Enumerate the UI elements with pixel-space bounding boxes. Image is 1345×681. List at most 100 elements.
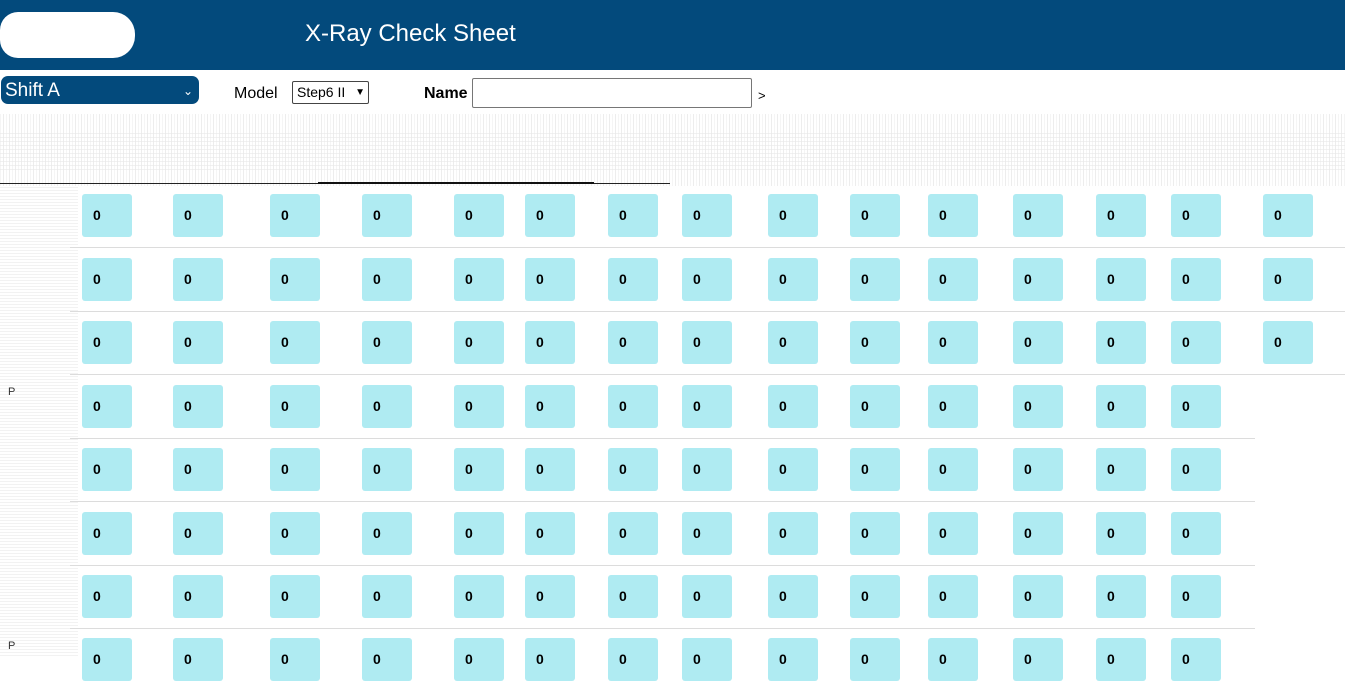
count-cell[interactable]: 0 <box>1096 321 1146 364</box>
count-cell[interactable]: 0 <box>850 638 900 681</box>
count-cell[interactable]: 0 <box>608 638 658 681</box>
count-cell[interactable]: 0 <box>1013 385 1063 428</box>
count-cell[interactable]: 0 <box>362 638 412 681</box>
count-cell[interactable]: 0 <box>82 638 132 681</box>
count-cell[interactable]: 0 <box>928 321 978 364</box>
count-cell[interactable]: 0 <box>1096 385 1146 428</box>
count-cell[interactable]: 0 <box>768 575 818 618</box>
count-cell[interactable]: 0 <box>270 194 320 237</box>
count-cell[interactable]: 0 <box>82 512 132 555</box>
count-cell[interactable]: 0 <box>454 194 504 237</box>
count-cell[interactable]: 0 <box>270 385 320 428</box>
count-cell[interactable]: 0 <box>1096 638 1146 681</box>
count-cell[interactable]: 0 <box>270 321 320 364</box>
count-cell[interactable]: 0 <box>1013 638 1063 681</box>
count-cell[interactable]: 0 <box>608 258 658 301</box>
count-cell[interactable]: 0 <box>928 385 978 428</box>
count-cell[interactable]: 0 <box>1263 321 1313 364</box>
count-cell[interactable]: 0 <box>173 194 223 237</box>
count-cell[interactable]: 0 <box>682 321 732 364</box>
count-cell[interactable]: 0 <box>928 258 978 301</box>
count-cell[interactable]: 0 <box>850 321 900 364</box>
count-cell[interactable]: 0 <box>1171 385 1221 428</box>
count-cell[interactable]: 0 <box>270 575 320 618</box>
count-cell[interactable]: 0 <box>362 512 412 555</box>
count-cell[interactable]: 0 <box>1171 448 1221 491</box>
count-cell[interactable]: 0 <box>850 448 900 491</box>
count-cell[interactable]: 0 <box>928 638 978 681</box>
count-cell[interactable]: 0 <box>525 575 575 618</box>
count-cell[interactable]: 0 <box>928 448 978 491</box>
count-cell[interactable]: 0 <box>1263 258 1313 301</box>
shift-select[interactable]: Shift A ⌄ <box>1 76 199 104</box>
count-cell[interactable]: 0 <box>82 575 132 618</box>
count-cell[interactable]: 0 <box>82 321 132 364</box>
count-cell[interactable]: 0 <box>454 258 504 301</box>
count-cell[interactable]: 0 <box>768 638 818 681</box>
count-cell[interactable]: 0 <box>1096 575 1146 618</box>
count-cell[interactable]: 0 <box>173 638 223 681</box>
count-cell[interactable]: 0 <box>82 448 132 491</box>
count-cell[interactable]: 0 <box>454 575 504 618</box>
count-cell[interactable]: 0 <box>525 638 575 681</box>
count-cell[interactable]: 0 <box>682 385 732 428</box>
count-cell[interactable]: 0 <box>850 512 900 555</box>
count-cell[interactable]: 0 <box>525 194 575 237</box>
count-cell[interactable]: 0 <box>173 512 223 555</box>
count-cell[interactable]: 0 <box>362 194 412 237</box>
count-cell[interactable]: 0 <box>850 575 900 618</box>
count-cell[interactable]: 0 <box>1263 194 1313 237</box>
count-cell[interactable]: 0 <box>362 258 412 301</box>
count-cell[interactable]: 0 <box>362 448 412 491</box>
count-cell[interactable]: 0 <box>768 385 818 428</box>
count-cell[interactable]: 0 <box>1096 258 1146 301</box>
count-cell[interactable]: 0 <box>1013 194 1063 237</box>
count-cell[interactable]: 0 <box>173 575 223 618</box>
count-cell[interactable]: 0 <box>682 638 732 681</box>
count-cell[interactable]: 0 <box>525 258 575 301</box>
count-cell[interactable]: 0 <box>270 512 320 555</box>
count-cell[interactable]: 0 <box>682 258 732 301</box>
count-cell[interactable]: 0 <box>768 194 818 237</box>
model-select[interactable]: Step6 II ▼ <box>292 81 369 104</box>
count-cell[interactable]: 0 <box>454 638 504 681</box>
count-cell[interactable]: 0 <box>1171 321 1221 364</box>
count-cell[interactable]: 0 <box>768 512 818 555</box>
count-cell[interactable]: 0 <box>608 448 658 491</box>
count-cell[interactable]: 0 <box>270 258 320 301</box>
count-cell[interactable]: 0 <box>1013 512 1063 555</box>
count-cell[interactable]: 0 <box>1171 194 1221 237</box>
count-cell[interactable]: 0 <box>682 194 732 237</box>
count-cell[interactable]: 0 <box>768 258 818 301</box>
count-cell[interactable]: 0 <box>608 194 658 237</box>
count-cell[interactable]: 0 <box>82 194 132 237</box>
count-cell[interactable]: 0 <box>850 258 900 301</box>
count-cell[interactable]: 0 <box>270 638 320 681</box>
count-cell[interactable]: 0 <box>1096 512 1146 555</box>
count-cell[interactable]: 0 <box>1171 258 1221 301</box>
count-cell[interactable]: 0 <box>1013 575 1063 618</box>
count-cell[interactable]: 0 <box>525 385 575 428</box>
count-cell[interactable]: 0 <box>173 448 223 491</box>
count-cell[interactable]: 0 <box>1013 258 1063 301</box>
count-cell[interactable]: 0 <box>768 321 818 364</box>
count-cell[interactable]: 0 <box>362 575 412 618</box>
count-cell[interactable]: 0 <box>454 448 504 491</box>
count-cell[interactable]: 0 <box>928 512 978 555</box>
count-cell[interactable]: 0 <box>454 321 504 364</box>
count-cell[interactable]: 0 <box>1013 321 1063 364</box>
count-cell[interactable]: 0 <box>1096 194 1146 237</box>
count-cell[interactable]: 0 <box>850 194 900 237</box>
count-cell[interactable]: 0 <box>1013 448 1063 491</box>
count-cell[interactable]: 0 <box>362 385 412 428</box>
count-cell[interactable]: 0 <box>270 448 320 491</box>
count-cell[interactable]: 0 <box>1171 575 1221 618</box>
count-cell[interactable]: 0 <box>608 385 658 428</box>
count-cell[interactable]: 0 <box>768 448 818 491</box>
count-cell[interactable]: 0 <box>82 385 132 428</box>
count-cell[interactable]: 0 <box>682 512 732 555</box>
count-cell[interactable]: 0 <box>173 258 223 301</box>
count-cell[interactable]: 0 <box>928 575 978 618</box>
count-cell[interactable]: 0 <box>525 448 575 491</box>
count-cell[interactable]: 0 <box>525 512 575 555</box>
